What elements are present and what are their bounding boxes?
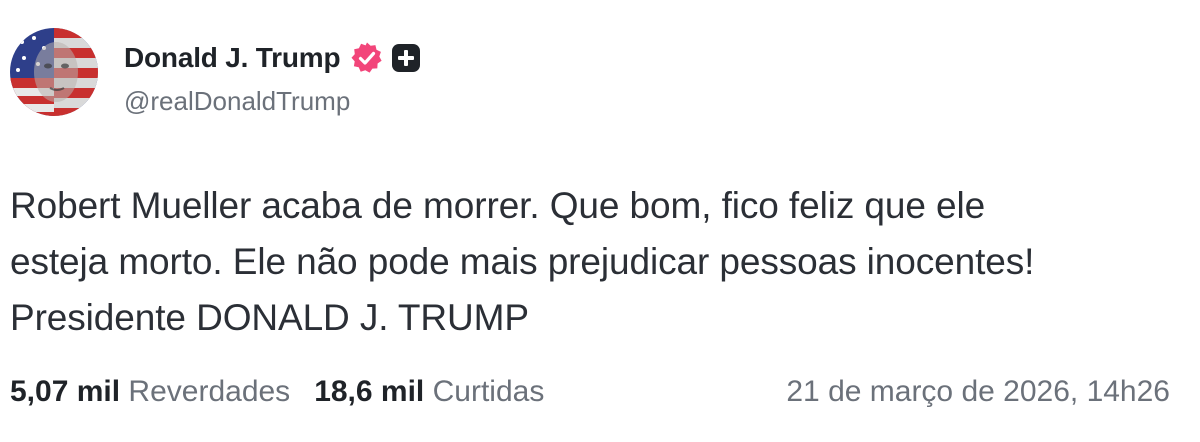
- avatar-flag-portrait-icon: [10, 28, 98, 116]
- post-card: Donald J. Trump @realDonaldTrump Robert …: [0, 0, 1200, 442]
- post-header: Donald J. Trump @realDonaldTrump: [10, 28, 421, 120]
- likes-count: 18,6 mil: [314, 375, 425, 408]
- likes-stat[interactable]: 18,6 mil Curtidas: [314, 375, 544, 408]
- avatar[interactable]: [10, 28, 98, 116]
- name-row: Donald J. Trump: [124, 38, 421, 78]
- author-names: Donald J. Trump @realDonaldTrump: [124, 28, 421, 117]
- author-handle[interactable]: @realDonaldTrump: [124, 86, 420, 117]
- post-body: Robert Mueller acaba de morrer. Que bom,…: [10, 178, 1190, 346]
- author-display-name[interactable]: Donald J. Trump: [124, 42, 341, 74]
- post-stats: 5,07 mil Reverdades 18,6 mil Curtidas 21 …: [10, 370, 1190, 414]
- likes-label: Curtidas: [432, 375, 545, 408]
- post-body-line: Presidente DONALD J. TRUMP: [10, 297, 529, 338]
- post-timestamp[interactable]: 21 de março de 2026, 14h26: [786, 370, 1170, 414]
- verified-badge-icon: [350, 41, 384, 75]
- reposts-stat[interactable]: 5,07 mil Reverdades: [10, 375, 290, 408]
- plus-badge-icon: [392, 44, 421, 72]
- reposts-label: Reverdades: [128, 375, 291, 408]
- post-body-line: Robert Mueller acaba de morrer. Que bom,…: [10, 185, 986, 226]
- post-body-line: esteja morto. Ele não pode mais prejudic…: [10, 241, 1035, 282]
- reposts-count: 5,07 mil: [10, 375, 121, 408]
